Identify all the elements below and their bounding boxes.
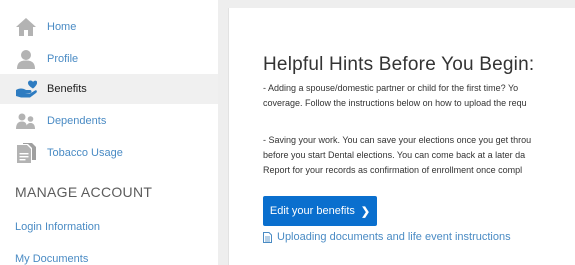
sidebar-item-home[interactable]: Home (0, 12, 218, 42)
hint-adding-dependent: - Adding a spouse/domestic partner or ch… (263, 81, 527, 111)
document-icon (263, 231, 272, 243)
content-top-band (218, 0, 575, 8)
login-information-link[interactable]: Login Information (15, 221, 100, 233)
document-icon (17, 143, 36, 163)
hint-saving-work: - Saving your work. You can save your el… (263, 133, 531, 178)
user-icon (17, 50, 35, 69)
sidebar-item-label: Profile (47, 53, 79, 65)
page-title: Helpful Hints Before You Begin: (263, 54, 535, 75)
hint-line: - Adding a spouse/domestic partner or ch… (263, 83, 519, 93)
sidebar-item-dependents[interactable]: Dependents (0, 106, 218, 136)
sidebar-item-label: Tobacco Usage (47, 147, 123, 159)
helpful-hints-panel: Helpful Hints Before You Begin: - Adding… (228, 8, 575, 265)
home-icon (16, 18, 36, 36)
edit-benefits-label: Edit your benefits (269, 205, 355, 217)
hint-line: - Saving your work. You can save your el… (263, 135, 532, 145)
hint-line: Report for your records as confirmation … (263, 165, 523, 175)
dependents-icon (16, 113, 35, 129)
content-gutter (218, 0, 228, 265)
uploading-documents-label: Uploading documents and life event instr… (277, 231, 511, 243)
sidebar-item-benefits[interactable]: Benefits (0, 74, 218, 104)
sidebar-item-profile[interactable]: Profile (0, 44, 218, 74)
edit-benefits-button[interactable]: Edit your benefits ❯ (263, 196, 377, 226)
chevron-right-icon: ❯ (360, 205, 371, 218)
hint-line: before you start Dental elections. You c… (263, 150, 526, 160)
heart-hand-icon (16, 80, 37, 98)
manage-account-heading: MANAGE ACCOUNT (15, 184, 153, 200)
sidebar-item-label: Home (47, 21, 77, 33)
sidebar-item-label: Dependents (47, 115, 107, 127)
sidebar: Home Profile Benefits Dependents Tobacco… (0, 0, 218, 265)
uploading-documents-link[interactable]: Uploading documents and life event instr… (263, 231, 511, 243)
hint-line: coverage. Follow the instructions below … (263, 98, 527, 108)
my-documents-link[interactable]: My Documents (15, 253, 88, 265)
sidebar-item-tobacco-usage[interactable]: Tobacco Usage (0, 138, 218, 168)
sidebar-item-label: Benefits (47, 83, 87, 95)
